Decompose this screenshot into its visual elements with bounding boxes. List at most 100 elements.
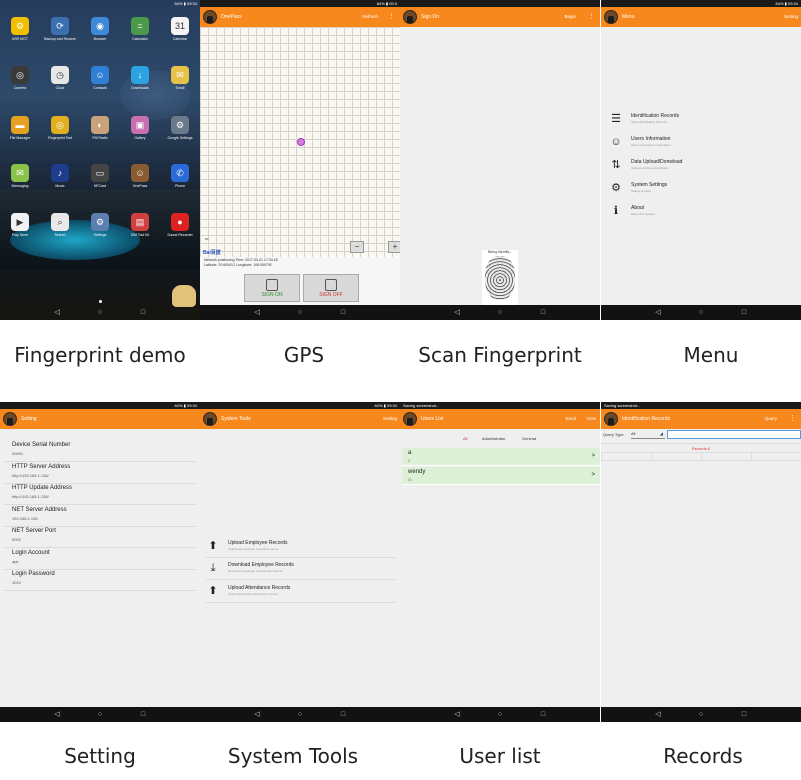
app-sound-recorder[interactable]: ● Sound Recorder [160,213,200,237]
setting-button[interactable]: Setting [784,7,798,27]
app-email[interactable]: ✉ Email [160,66,200,90]
user-list-item[interactable]: wendy 01 > [402,467,600,485]
zoom-in-button[interactable]: + [388,241,400,253]
home-button[interactable]: ○ [95,710,105,719]
recent-apps-button[interactable]: □ [739,710,749,719]
app-nfcard[interactable]: ▭ NFCard [80,164,120,188]
query-button[interactable]: Query [765,409,777,429]
overflow-menu-icon[interactable]: ⋮ [588,7,595,26]
app-asr-mot[interactable]: ⚙ ASR MOT [0,17,40,41]
back-button[interactable]: ◁ [52,308,62,317]
query-input[interactable] [667,430,801,439]
recent-apps-button[interactable]: □ [338,710,348,719]
app-contacts[interactable]: ☺ Contacts [80,66,120,90]
back-button[interactable]: ◁ [653,710,663,719]
app-settings[interactable]: ⚙ Settings [80,213,120,237]
app-label: Calendar [172,37,188,41]
zoom-out-button[interactable]: − [350,241,364,253]
home-button[interactable]: ○ [95,308,105,317]
back-button[interactable]: ◁ [653,308,663,317]
app-label: ASR MOT [12,37,28,41]
back-button[interactable]: ◁ [252,308,262,317]
view-button[interactable]: View [586,409,596,429]
overflow-menu-icon[interactable]: ⋮ [789,409,796,428]
recent-apps-button[interactable]: □ [138,308,148,317]
sign-off-button[interactable]: SIGN OFF [303,274,359,302]
status-bar: 84% ▮ 09:34 [200,402,400,409]
setting-item-net-server-port[interactable]: NET Server Port 5002 [12,528,56,542]
settings-icon: ⚙ [91,213,109,231]
app-file-manager[interactable]: ▬ File Manager [0,116,40,140]
app-clock[interactable]: ◷ Clock [40,66,80,90]
app-label: SIM Tool Kit [130,233,150,237]
fingerprint-icon [266,279,278,291]
back-button[interactable]: ◁ [452,308,462,317]
scan-status: Being Identify... [488,250,512,254]
user-list-item[interactable]: a 0 > [402,448,600,466]
app-calendar[interactable]: 31 Calendar [160,17,200,41]
setting-button[interactable]: Setting [383,409,397,429]
recent-apps-button[interactable]: □ [138,710,148,719]
app-browser[interactable]: ◉ Browser [80,17,120,41]
home-button[interactable]: ○ [696,308,706,317]
menu-item-users-information[interactable]: ☺ Users Information Users Information Info… [607,133,797,153]
app-downloads[interactable]: ↓ Downloads [120,66,160,90]
home-button[interactable]: ○ [495,308,505,317]
setting-item-http-update-address[interactable]: HTTP Update Address http://192.168.1.138/ [12,485,72,499]
app-phone[interactable]: ✆ Phone [160,164,200,188]
divider [206,557,396,558]
back-button[interactable]: ◁ [452,710,462,719]
recent-apps-button[interactable]: □ [538,710,548,719]
user-id: 01 [408,478,412,482]
home-button[interactable]: ○ [295,710,305,719]
app-onepass[interactable]: ☺ OnePass [120,164,160,188]
app-fingerprint-test[interactable]: ◎ Fingerprint Test [40,116,80,140]
app-google-settings[interactable]: ⚙ Google Settings [160,116,200,140]
query-type-select[interactable]: All ◢ [631,431,665,439]
refresh-button[interactable]: Refresh [362,7,378,27]
overflow-menu-icon[interactable]: ⋮ [388,7,395,26]
tab-all[interactable]: All [463,436,467,441]
tool-item-upload-employee-records[interactable]: ⬆ Upload Employee Records Upload all emplo… [204,537,394,557]
tool-item-download-employee-records[interactable]: ⤓ Download Employee Records Download emplo… [204,559,394,579]
recent-apps-button[interactable]: □ [538,308,548,317]
nav-bar: ◁ ○ □ [601,707,801,722]
setting-screen: 84% ▮ 09:34 Setting Device Serial Number… [0,402,200,722]
menu-item-about[interactable]: ℹ About About this System [607,202,797,222]
enrol-button[interactable]: Enrol [565,409,576,429]
app-calculator[interactable]: = Calculator [120,17,160,41]
menu-item-identification-records[interactable]: ☰ Identification Records View Identificati… [607,110,797,130]
app-backup-and-restore[interactable]: ⟳ Backup and Restore [40,17,80,41]
home-button[interactable]: ○ [696,710,706,719]
tab-administrator[interactable]: Administrator [482,436,506,441]
setting-item-http-server-address[interactable]: HTTP Server Address http://192.168.1.138/ [12,464,70,478]
back-button[interactable]: ◁ [52,710,62,719]
map-scale: 50 [205,237,209,241]
begin-button[interactable]: Begin [564,7,576,27]
menu-item-data-upload-donwload[interactable]: ⇅ Data Upload/Donwload Upload and Download… [607,156,797,176]
app-fm-radio[interactable]: ◐ FM Radio [80,116,120,140]
setting-item-login-account[interactable]: Login Account apk [12,550,50,564]
setting-item-net-server-address[interactable]: NET Server Address 192.168.1.136 [12,507,67,521]
home-button[interactable]: ○ [295,308,305,317]
setting-item-login-password[interactable]: Login Password 1010 [12,571,55,585]
app-gallery[interactable]: ▣ Gallery [120,116,160,140]
app-play-store[interactable]: ▶ Play Store [0,213,40,237]
setting-item-device-serial-number[interactable]: Device Serial Number 00001 [12,442,70,456]
gear-icon: ⚙ [611,182,621,194]
tool-item-upload-attendance-records[interactable]: ⬆ Upload Attendance Records Upload Attenda… [204,582,394,602]
app-bar: Sign On Begin ⋮ [400,7,600,27]
app-music[interactable]: ♪ Music [40,164,80,188]
app-sim-tool-kit[interactable]: ▤ SIM Tool Kit [120,213,160,237]
back-button[interactable]: ◁ [252,710,262,719]
home-button[interactable]: ○ [495,710,505,719]
menu-item-system-settings[interactable]: ⚙ System Settings Setting System [607,179,797,199]
recent-apps-button[interactable]: □ [338,308,348,317]
recent-apps-button[interactable]: □ [739,308,749,317]
app-search[interactable]: ⌕ Search [40,213,80,237]
sign-on-button[interactable]: SIGN ON [244,274,300,302]
tab-general[interactable]: General [522,436,536,441]
menu-item-title: System Settings [631,182,668,188]
app-messaging[interactable]: ✉ Messaging [0,164,40,188]
app-camera[interactable]: ◎ Camera [0,66,40,90]
